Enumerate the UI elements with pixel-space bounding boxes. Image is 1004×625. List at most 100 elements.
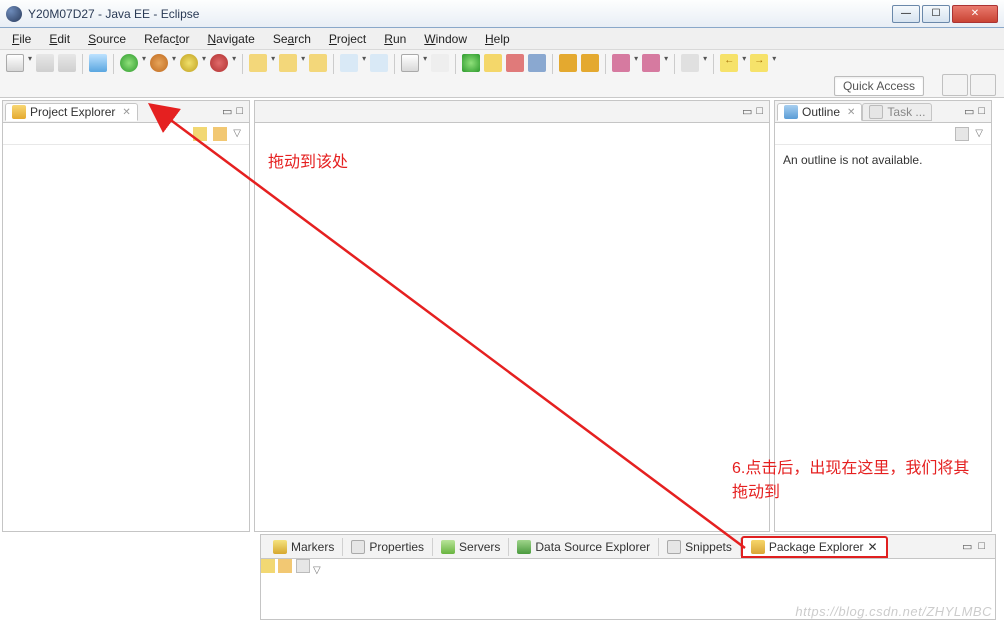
new-package-button[interactable]	[249, 54, 267, 72]
debug-button[interactable]	[150, 54, 168, 72]
window-maximize-button[interactable]: ☐	[922, 5, 950, 23]
menu-run[interactable]: Run	[376, 30, 414, 48]
open-task-button[interactable]	[370, 54, 388, 72]
menu-edit[interactable]: Edit	[41, 30, 78, 48]
link-editor-icon[interactable]	[213, 127, 227, 141]
folder-icon	[12, 105, 26, 119]
close-icon[interactable]: ✕	[122, 107, 130, 118]
run-last-button[interactable]	[180, 54, 198, 72]
servers-icon	[441, 540, 455, 554]
resume-button[interactable]	[528, 54, 546, 72]
new-class-button[interactable]	[279, 54, 297, 72]
save-button[interactable]	[36, 54, 54, 72]
link-editor-icon[interactable]	[278, 559, 292, 573]
servers-tab[interactable]: Servers	[433, 538, 509, 556]
task-tab-label: Task ...	[887, 105, 925, 119]
view-minimize-button[interactable]: ▭	[222, 105, 232, 118]
breakpoint-button[interactable]	[612, 54, 630, 72]
step-button[interactable]	[559, 54, 577, 72]
view-menu-icon[interactable]: ▽	[313, 565, 321, 576]
search-button[interactable]	[401, 54, 419, 72]
data-source-tab[interactable]: Data Source Explorer	[509, 538, 659, 556]
window-title: Y20M07D27 - Java EE - Eclipse	[28, 7, 892, 21]
view-maximize-button[interactable]: □	[978, 540, 985, 553]
open-perspective-button[interactable]	[942, 74, 968, 96]
menu-project[interactable]: Project	[321, 30, 374, 48]
view-menu-icon[interactable]: ▽	[975, 128, 983, 139]
eclipse-icon	[6, 6, 22, 22]
snippets-tab[interactable]: Snippets	[659, 538, 741, 556]
outline-sort-icon[interactable]	[955, 127, 969, 141]
project-explorer-panel: Project Explorer ✕ ▭ □ ▽	[2, 100, 250, 532]
new-button[interactable]	[6, 54, 24, 72]
new-folder-button[interactable]	[309, 54, 327, 72]
outline-tab-label: Outline	[802, 105, 840, 119]
package-explorer-label: Package Explorer	[769, 540, 864, 554]
project-explorer-tab[interactable]: Project Explorer ✕	[5, 103, 138, 121]
package-explorer-tab[interactable]: Package Explorer ✕	[741, 536, 888, 558]
collapse-all-icon[interactable]	[261, 559, 275, 573]
menu-refactor[interactable]: Refactor	[136, 30, 197, 48]
marker-icon	[273, 540, 287, 554]
servers-label: Servers	[459, 540, 500, 554]
snippets-label: Snippets	[685, 540, 732, 554]
open-type-button[interactable]	[340, 54, 358, 72]
menu-file[interactable]: File	[4, 30, 39, 48]
main-toolbar: ▾ ▾ ▾ ▾ ▾ ▾ ▾ ▾ ▾ ▾ ▾ ▾ ←▾ →▾ Quick Acce…	[0, 50, 1004, 98]
menu-search[interactable]: Search	[265, 30, 319, 48]
menu-help[interactable]: Help	[477, 30, 518, 48]
pin-button[interactable]	[681, 54, 699, 72]
properties-tab[interactable]: Properties	[343, 538, 433, 556]
window-titlebar: Y20M07D27 - Java EE - Eclipse — ☐ ✕	[0, 0, 1004, 28]
snippets-icon	[667, 540, 681, 554]
outline-icon	[784, 105, 798, 119]
view-minimize-button[interactable]: ▭	[962, 540, 972, 553]
run-button[interactable]	[120, 54, 138, 72]
step2-button[interactable]	[581, 54, 599, 72]
task-tab[interactable]: Task ...	[862, 103, 932, 121]
outline-panel: Outline ✕ Task ... ▭ □ ▽ An outline is n…	[774, 100, 992, 532]
markers-tab[interactable]: Markers	[265, 538, 343, 556]
skip-bp-button[interactable]	[642, 54, 660, 72]
editor-body[interactable]	[255, 123, 769, 531]
view-menu-icon[interactable]: ▽	[233, 128, 241, 139]
project-explorer-tab-label: Project Explorer	[30, 105, 115, 119]
close-icon[interactable]: ✕	[847, 107, 855, 118]
properties-icon	[351, 540, 365, 554]
view-minimize-button[interactable]: ▭	[964, 105, 974, 118]
filter-icon[interactable]	[296, 559, 310, 573]
package-icon	[751, 540, 765, 554]
close-icon[interactable]: ✕	[868, 540, 878, 554]
back-button[interactable]: ←	[720, 54, 738, 72]
view-maximize-button[interactable]: □	[236, 105, 243, 118]
outline-body: An outline is not available.	[775, 145, 991, 531]
menu-bar: File Edit Source Refactor Navigate Searc…	[0, 28, 1004, 50]
menu-navigate[interactable]: Navigate	[199, 30, 262, 48]
annotation-button[interactable]	[431, 54, 449, 72]
project-explorer-body[interactable]	[3, 145, 249, 531]
menu-source[interactable]: Source	[80, 30, 134, 48]
quick-access-field[interactable]: Quick Access	[834, 76, 924, 96]
editor-maximize-button[interactable]: □	[756, 105, 763, 118]
stop-button[interactable]	[210, 54, 228, 72]
editor-area: ▭ □	[254, 100, 770, 532]
task-icon	[869, 105, 883, 119]
collapse-all-icon[interactable]	[193, 127, 207, 141]
editor-minimize-button[interactable]: ▭	[742, 105, 752, 118]
data-source-label: Data Source Explorer	[535, 540, 650, 554]
menu-window[interactable]: Window	[416, 30, 475, 48]
outline-tab[interactable]: Outline ✕	[777, 103, 862, 121]
window-close-button[interactable]: ✕	[952, 5, 998, 23]
run-external-button[interactable]	[462, 54, 480, 72]
view-maximize-button[interactable]: □	[978, 105, 985, 118]
outline-empty-text: An outline is not available.	[783, 153, 922, 167]
save-all-button[interactable]	[58, 54, 76, 72]
window-minimize-button[interactable]: —	[892, 5, 920, 23]
build-button[interactable]	[89, 54, 107, 72]
terminate-button[interactable]	[506, 54, 524, 72]
markers-label: Markers	[291, 540, 334, 554]
forward-button[interactable]: →	[750, 54, 768, 72]
properties-label: Properties	[369, 540, 424, 554]
coverage-button[interactable]	[484, 54, 502, 72]
javaee-perspective-button[interactable]	[970, 74, 996, 96]
